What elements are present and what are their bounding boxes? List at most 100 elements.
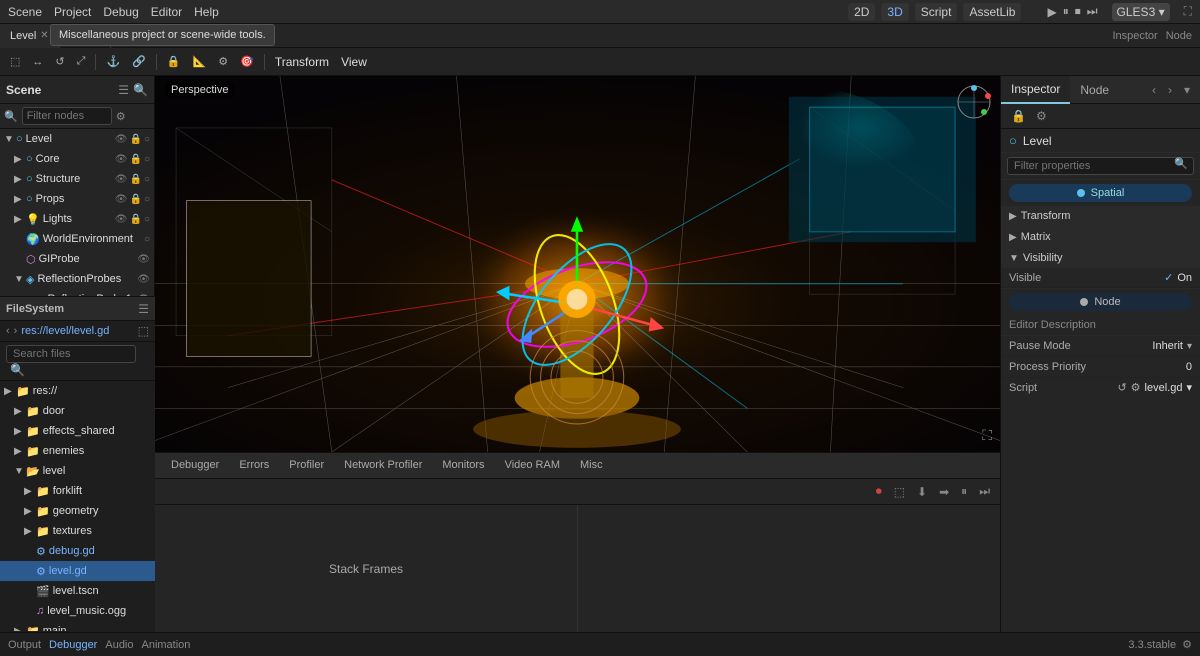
play-btn[interactable]: ▶ [1047, 5, 1056, 19]
inspector-tab-top[interactable]: Inspector [1112, 30, 1157, 42]
tree-item-worldenv[interactable]: 🌍 WorldEnvironment ○ [0, 229, 154, 249]
sec-btn-8[interactable]: 📐 [189, 53, 211, 70]
filter-properties-input[interactable] [1007, 157, 1194, 175]
tree-item-core[interactable]: ▶ ○ Core 👁 🔒 ○ [0, 149, 154, 169]
transform-header[interactable]: ▶ Transform [1001, 206, 1200, 226]
fs-menu-icon[interactable]: ☰ [138, 302, 149, 316]
nav-cube[interactable] [956, 84, 992, 120]
step-btn[interactable]: ⏭ [1087, 4, 1098, 19]
tab-profiler[interactable]: Profiler [279, 453, 334, 479]
fs-item-textures[interactable]: ▶ 📁 textures [0, 521, 155, 541]
view-label[interactable]: View [337, 55, 371, 69]
menu-help[interactable]: Help [194, 5, 219, 19]
sec-btn-7[interactable]: 🔒 [163, 53, 185, 70]
tab-monitors[interactable]: Monitors [432, 453, 494, 479]
script-filename[interactable]: level.gd [1145, 382, 1183, 394]
debug-step-into-btn[interactable]: ⬇ [913, 483, 931, 501]
inspector-history-btn[interactable]: ▾ [1180, 81, 1194, 99]
scene-settings-icon[interactable]: ☰ [118, 83, 129, 97]
sec-btn-4[interactable]: ⤢ [73, 53, 90, 70]
tree-item-giprobe[interactable]: ⬡ GIProbe 👁 [0, 249, 154, 269]
expand-btn[interactable]: ⛶ [1184, 4, 1192, 19]
inspector-back-btn[interactable]: ‹ [1148, 81, 1160, 99]
status-tab-debugger[interactable]: Debugger [49, 639, 97, 651]
menu-project[interactable]: Project [54, 5, 91, 19]
pause-btn[interactable]: ⏸ [1063, 4, 1069, 19]
tree-item-reflectionprobes[interactable]: ▼ ◈ ReflectionProbes 👁 [0, 269, 154, 289]
node-tab[interactable]: Node [1070, 76, 1119, 104]
fs-forward-btn[interactable]: › [14, 325, 18, 337]
scene-filter-icon[interactable]: 🔍 [133, 83, 148, 97]
sec-btn-10[interactable]: 🎯 [236, 53, 258, 70]
fs-item-enemies[interactable]: ▶ 📁 enemies [0, 441, 155, 461]
status-tab-animation[interactable]: Animation [142, 639, 191, 651]
tree-item-probe1[interactable]: ◈ ReflectionProbe1 👁 [0, 289, 154, 296]
filter-nodes-input[interactable] [22, 107, 112, 125]
fs-item-geometry[interactable]: ▶ 📁 geometry [0, 501, 155, 521]
viewport-3d[interactable]: Perspective [155, 76, 1000, 452]
sec-btn-3[interactable]: ↺ [51, 53, 68, 70]
fs-item-debug-gd[interactable]: ⚙ debug.gd [0, 541, 155, 561]
inspector-tab[interactable]: Inspector [1001, 76, 1070, 104]
script-refresh-icon[interactable]: ↺ [1117, 381, 1126, 394]
sec-btn-5[interactable]: ⚓ [102, 53, 124, 70]
spatial-badge[interactable]: Spatial [1009, 184, 1192, 202]
tree-item-level[interactable]: ▼ ○ Level 👁 🔒 ○ [0, 129, 154, 149]
transform-label[interactable]: Transform [271, 55, 333, 69]
tab-network-profiler[interactable]: Network Profiler [334, 453, 432, 479]
fs-item-level-tscn[interactable]: 🎬 level.tscn [0, 581, 155, 601]
fs-item-forklift[interactable]: ▶ 📁 forklift [0, 481, 155, 501]
inspector-lock-btn[interactable]: 🔒 [1007, 107, 1030, 125]
fs-collapse-icon[interactable]: ⬚ [138, 324, 149, 338]
debug-pause-btn[interactable]: ⏸ [957, 482, 971, 501]
sec-btn-9[interactable]: ⚙ [214, 53, 232, 70]
visibility-header[interactable]: ▼ Visibility [1001, 248, 1200, 268]
node-tab-top[interactable]: Node [1166, 30, 1192, 42]
inspector-forward-btn[interactable]: › [1164, 81, 1176, 99]
inspector-filter-btn[interactable]: ⚙ [1032, 107, 1051, 125]
menu-debug[interactable]: Debug [103, 5, 138, 19]
fs-search-input[interactable] [6, 345, 136, 363]
matrix-header[interactable]: ▶ Matrix [1001, 227, 1200, 247]
script-edit-icon[interactable]: ⚙ [1131, 381, 1141, 394]
filter-options-icon[interactable]: ⚙ [116, 110, 126, 123]
fs-item-level[interactable]: ▼ 📂 level [0, 461, 155, 481]
tab-video-ram[interactable]: Video RAM [495, 453, 570, 479]
debug-skip-btn[interactable]: ⏭ [975, 482, 994, 501]
menu-editor[interactable]: Editor [151, 5, 182, 19]
settings-icon[interactable]: ⚙ [1182, 638, 1192, 651]
status-tab-output[interactable]: Output [8, 639, 41, 651]
pause-mode-select[interactable]: Inherit ▾ [1152, 340, 1192, 352]
fs-item-effects[interactable]: ▶ 📁 effects_shared [0, 421, 155, 441]
fs-item-res[interactable]: ▶ 📁 res:// [0, 381, 155, 401]
fs-item-level-gd[interactable]: ⚙ level.gd [0, 561, 155, 581]
tab-debugger[interactable]: Debugger [161, 453, 229, 479]
fs-search-icon[interactable]: 🔍 [10, 363, 25, 377]
stop-btn[interactable]: ⏹ [1075, 4, 1081, 19]
fs-item-level-ogg[interactable]: ♫ level_music.ogg [0, 601, 155, 621]
tree-item-props[interactable]: ▶ ○ Props 👁 🔒 ○ [0, 189, 154, 209]
close-tab-level[interactable]: ✕ [40, 30, 48, 41]
debug-record-btn[interactable]: ⏺ [872, 482, 886, 501]
tree-item-structure[interactable]: ▶ ○ Structure 👁 🔒 ○ [0, 169, 154, 189]
mode-assetlib-btn[interactable]: AssetLib [963, 3, 1021, 21]
sec-btn-1[interactable]: ⬚ [6, 53, 24, 70]
mode-3d-btn[interactable]: 3D [881, 3, 908, 21]
mode-2d-btn[interactable]: 2D [848, 3, 875, 21]
fs-item-door[interactable]: ▶ 📁 door [0, 401, 155, 421]
tab-misc[interactable]: Misc [570, 453, 613, 479]
sec-btn-2[interactable]: ↔ [28, 54, 47, 70]
debug-copy-btn[interactable]: ⬚ [890, 483, 909, 501]
mode-script-btn[interactable]: Script [915, 3, 958, 21]
sec-btn-6[interactable]: 🔗 [128, 53, 150, 70]
debug-step-over-btn[interactable]: ➡ [935, 483, 953, 501]
visible-value-badge[interactable]: ✓ On [1164, 271, 1192, 284]
status-tab-audio[interactable]: Audio [105, 639, 133, 651]
viewport-expand-icon[interactable]: ⛶ [982, 427, 992, 444]
tab-errors[interactable]: Errors [229, 453, 279, 479]
gles-badge[interactable]: GLES3 ▾ [1112, 3, 1170, 21]
fs-item-main[interactable]: ▶ 📁 main [0, 621, 155, 631]
tree-item-lights[interactable]: ▶ 💡 Lights 👁 🔒 ○ [0, 209, 154, 229]
menu-scene[interactable]: Scene [8, 5, 42, 19]
fs-back-btn[interactable]: ‹ [6, 325, 10, 337]
